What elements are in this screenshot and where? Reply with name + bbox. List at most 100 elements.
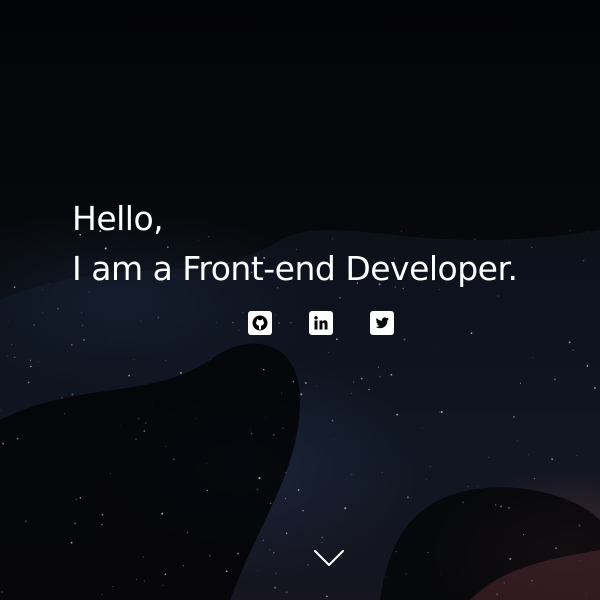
star xyxy=(196,418,197,420)
star xyxy=(135,579,137,581)
star xyxy=(112,586,114,587)
night-sky-background xyxy=(0,230,600,600)
star xyxy=(16,437,19,440)
star xyxy=(321,541,323,543)
star xyxy=(161,512,164,515)
star xyxy=(133,359,135,360)
star xyxy=(481,382,482,383)
star xyxy=(368,388,370,391)
star xyxy=(396,413,399,416)
star xyxy=(24,520,27,523)
star xyxy=(38,361,39,363)
star xyxy=(555,547,557,550)
star xyxy=(148,408,150,409)
star xyxy=(569,230,571,232)
hero-greeting: Hello, I am a Front-end Developer. xyxy=(72,194,518,294)
star xyxy=(140,320,142,322)
star xyxy=(128,374,130,377)
star xyxy=(258,477,261,480)
star xyxy=(119,424,121,426)
star xyxy=(280,392,283,394)
star xyxy=(477,485,478,487)
star xyxy=(272,433,275,436)
star xyxy=(165,446,167,447)
star xyxy=(381,471,383,473)
star xyxy=(30,365,32,368)
star xyxy=(67,351,68,352)
star xyxy=(580,560,582,562)
star xyxy=(10,343,13,346)
star xyxy=(206,463,208,464)
star xyxy=(360,377,363,380)
star xyxy=(427,552,429,554)
star xyxy=(585,593,587,595)
linkedin-link[interactable] xyxy=(309,311,333,335)
greeting-line-role: I am a Front-end Developer. xyxy=(72,249,518,288)
star xyxy=(101,514,104,516)
star xyxy=(379,375,382,378)
star xyxy=(406,496,409,499)
star xyxy=(532,357,534,358)
star xyxy=(2,442,4,445)
star xyxy=(572,349,574,351)
star xyxy=(333,439,335,441)
star xyxy=(162,584,164,587)
star xyxy=(237,552,239,555)
star xyxy=(429,466,431,467)
star xyxy=(331,419,334,422)
star xyxy=(377,366,379,368)
star xyxy=(147,508,149,510)
star xyxy=(270,502,272,504)
star xyxy=(467,486,469,487)
star xyxy=(61,396,63,399)
star xyxy=(292,381,294,383)
star xyxy=(586,365,589,367)
star xyxy=(265,417,267,418)
star xyxy=(263,368,265,371)
star xyxy=(405,573,407,575)
star xyxy=(81,324,84,327)
star xyxy=(584,295,586,297)
star xyxy=(13,286,16,288)
star xyxy=(215,322,217,324)
star xyxy=(536,440,537,441)
star xyxy=(209,554,211,557)
star xyxy=(385,577,387,578)
star xyxy=(530,246,533,249)
star xyxy=(316,578,318,580)
star xyxy=(42,311,44,313)
star xyxy=(582,259,585,262)
twitter-link[interactable] xyxy=(370,311,394,335)
star xyxy=(242,312,244,314)
star xyxy=(135,438,137,441)
star xyxy=(70,541,73,544)
star xyxy=(186,531,189,533)
star xyxy=(79,497,82,499)
star xyxy=(232,321,234,323)
star xyxy=(75,498,78,501)
star xyxy=(262,539,264,541)
star xyxy=(48,282,50,284)
star xyxy=(365,371,367,373)
star xyxy=(165,360,167,361)
star xyxy=(553,378,556,381)
star xyxy=(142,556,144,558)
star xyxy=(516,440,518,442)
star xyxy=(297,489,300,491)
star xyxy=(273,552,275,554)
github-link[interactable] xyxy=(248,311,272,335)
star xyxy=(256,488,259,491)
chevron-down-icon[interactable] xyxy=(313,548,345,568)
star xyxy=(440,410,443,414)
star xyxy=(326,595,328,598)
star xyxy=(587,231,588,233)
star xyxy=(307,563,310,566)
star xyxy=(422,428,423,429)
star xyxy=(74,522,77,525)
star xyxy=(338,296,341,299)
star xyxy=(109,472,111,474)
star xyxy=(512,415,515,418)
star xyxy=(179,371,182,374)
star xyxy=(470,332,473,335)
star xyxy=(42,289,43,290)
